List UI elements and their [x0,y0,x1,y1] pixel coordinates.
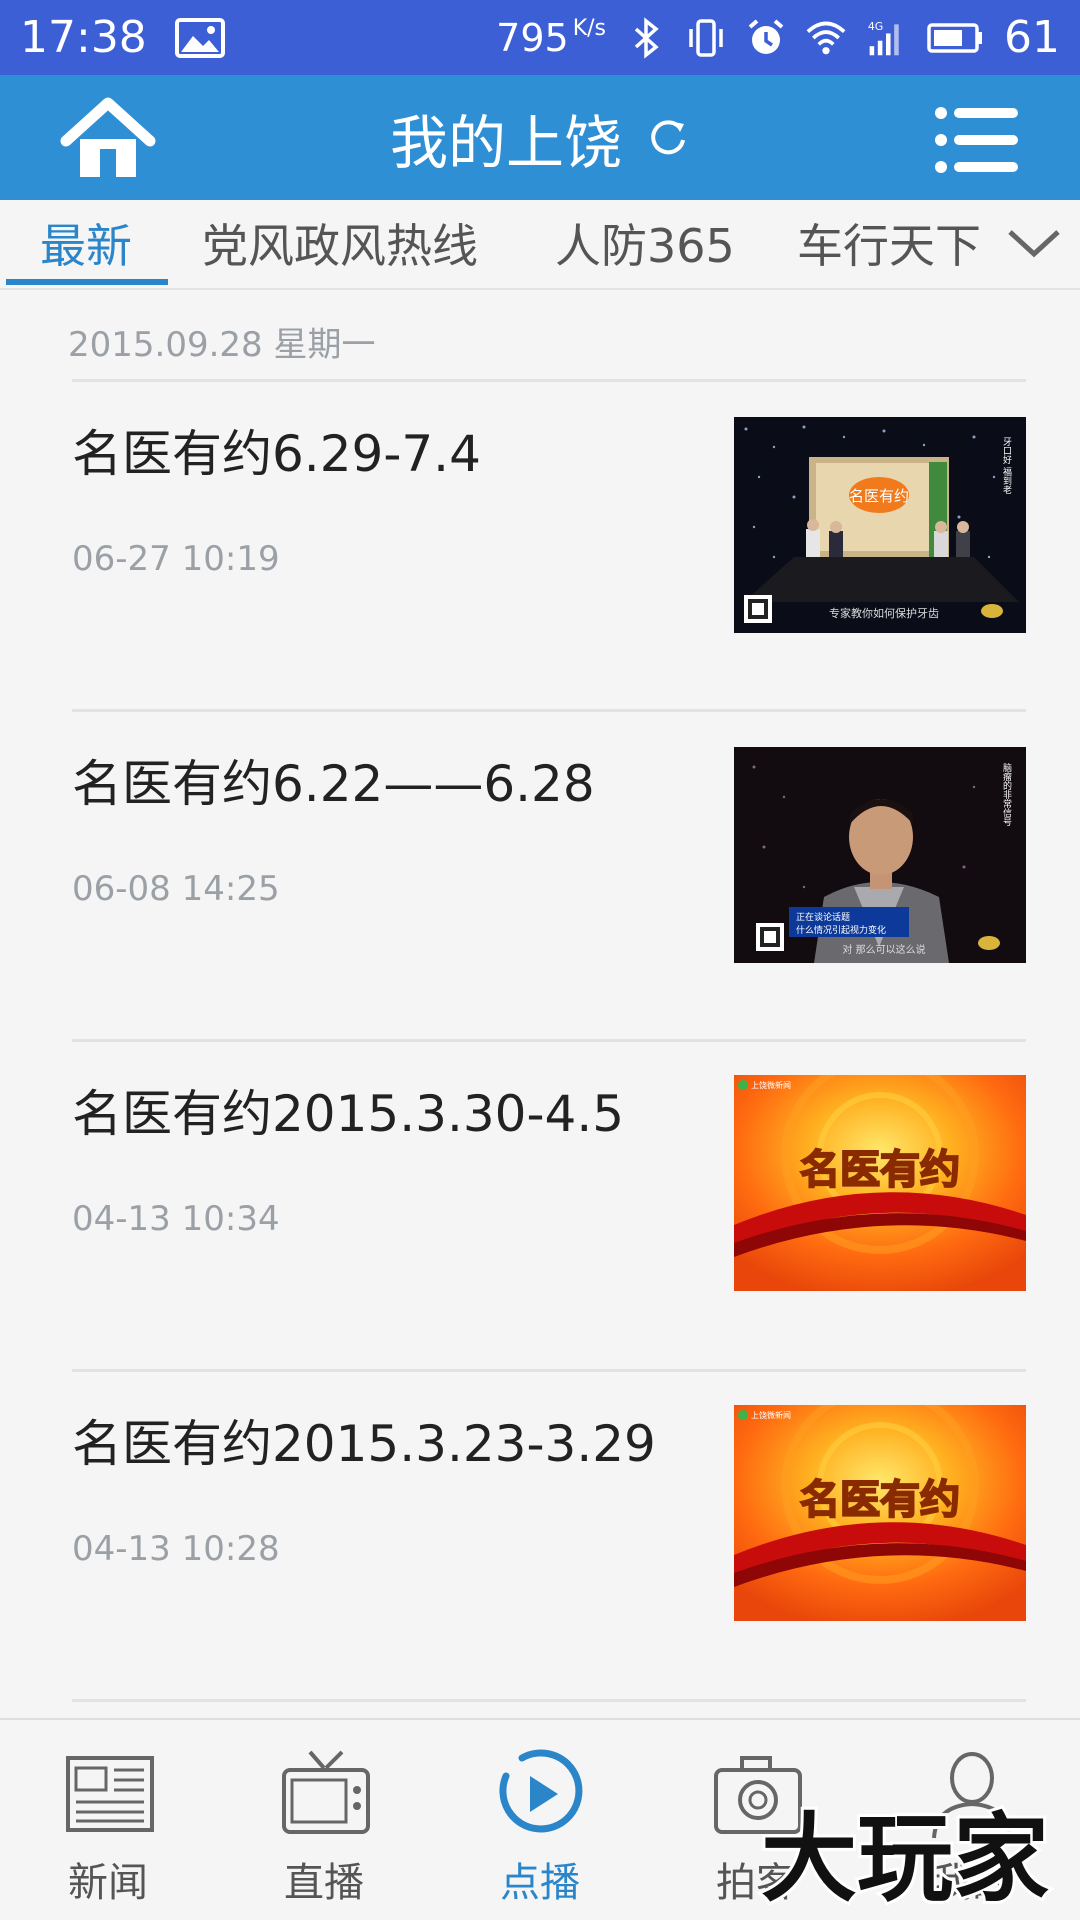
card-brand-text: 上饶微新闻 [751,1410,791,1420]
title-card-image: 名医有约 上饶微新闻 [734,1075,1026,1291]
menu-icon[interactable] [934,105,1018,175]
list-item-thumbnail[interactable]: 正在谈论话题 什么情况引起视力变化 对 那么可以这么说 脑瘤的非常信号 [734,747,1026,963]
active-tab-indicator [6,279,168,285]
alarm-icon [748,18,784,54]
nav-label: 新闻 [68,1860,148,1906]
list-item-thumbnail[interactable]: 名医有约 专家教你如何保护牙齿 牙口好 福到老 [734,417,1026,633]
signal-4g-icon: 4G [868,19,899,55]
studio-interview-image: 名医有约 专家教你如何保护牙齿 牙口好 福到老 [734,417,1026,633]
list-item-title[interactable]: 名医有约2015.3.30-4.5 [72,1074,624,1146]
divider [72,379,1026,382]
list-item-title[interactable]: 名医有约6.22——6.28 [72,744,595,816]
chevron-down-icon[interactable] [1004,218,1064,268]
battery-icon [927,22,982,53]
list-item-time: 04-13 10:34 [72,1199,280,1239]
list-item-time: 06-08 14:25 [72,869,280,909]
network-speed-unit: K/s [572,15,606,41]
tv-icon [282,1750,370,1834]
nav-label: 点播 [500,1860,580,1906]
category-tab-bar: 最新 党风政风热线 人防365 车行天下 [0,200,1080,290]
tab-latest[interactable]: 最新 [40,200,132,290]
studio-logo-text: 名医有约 [849,487,909,505]
status-time: 17:38 [20,12,147,63]
nav-live[interactable]: 直播 [216,1720,432,1920]
refresh-icon[interactable] [646,116,690,160]
side-caption: 牙口好 福到老 [1001,437,1012,494]
tab-civil-defense[interactable]: 人防365 [555,200,735,290]
lower-third-topic: 什么情况引起视力变化 [796,924,886,936]
list-item-title[interactable]: 名医有约6.29-7.4 [72,414,481,486]
card-title-text: 名医有约 [800,1147,960,1193]
section-date: 2015.09.28 星期一 [68,325,376,365]
subtitle-text: 对 那么可以这么说 [842,943,925,956]
side-caption: 脑瘤的非常信号 [1001,762,1012,827]
status-indicators: 795 K/s 4G 61 [496,12,1060,63]
title-card-image: 名医有约 上饶微新闻 [734,1405,1026,1621]
network-speed-value: 795 [496,15,569,60]
lower-third-text: 正在谈论话题 [796,911,850,923]
play-icon [499,1749,583,1833]
status-bar: 17:38 795 K/s 4G 61 [0,0,1080,75]
nav-label: 拍客 [716,1860,796,1906]
video-list: 2015.09.28 星期一 名医有约6.29-7.4 名医有约 专家教你如何保… [0,292,1080,1718]
network-speed: 795 K/s [496,16,606,60]
guest-closeup-image: 正在谈论话题 什么情况引起视力变化 对 那么可以这么说 脑瘤的非常信号 [734,747,1026,963]
nav-label: 直播 [284,1860,364,1906]
nav-photographer[interactable]: 拍客 [648,1720,864,1920]
bottom-nav: 新闻 直播 点播 拍客 我的 [0,1718,1080,1920]
bluetooth-icon [634,16,659,59]
nav-mine[interactable]: 我的 [864,1720,1080,1920]
image-icon [174,17,225,58]
divider [72,1369,1026,1372]
divider [72,1039,1026,1042]
tab-party-hotline[interactable]: 党风政风热线 [202,200,478,290]
card-brand-text: 上饶微新闻 [751,1080,791,1090]
camera-icon [714,1756,802,1834]
tab-driving[interactable]: 车行天下 [797,200,981,290]
subtitle-text: 专家教你如何保护牙齿 [829,606,939,620]
wifi-icon [806,21,846,54]
user-icon [932,1752,1012,1839]
header-title-wrap: 我的上饶 [0,75,1080,200]
battery-percent: 61 [1004,12,1060,63]
vibrate-icon [689,18,723,57]
nav-news[interactable]: 新闻 [0,1720,216,1920]
app-header: 我的上饶 [0,75,1080,200]
list-item-title[interactable]: 名医有约2015.3.23-3.29 [72,1404,656,1476]
divider [72,709,1026,712]
nav-label: 我的 [932,1860,1012,1906]
list-item-time: 06-27 10:19 [72,539,280,579]
list-item-time: 04-13 10:28 [72,1529,280,1569]
list-item-thumbnail[interactable]: 名医有约 上饶微新闻 [734,1075,1026,1291]
newspaper-icon [66,1756,154,1832]
list-item-thumbnail[interactable]: 名医有约 上饶微新闻 [734,1405,1026,1621]
page-title: 我的上饶 [389,108,622,177]
divider [72,1699,1026,1702]
nav-on-demand[interactable]: 点播 [432,1720,648,1920]
card-title-text: 名医有约 [800,1477,960,1523]
svg-text:4G: 4G [868,19,883,32]
